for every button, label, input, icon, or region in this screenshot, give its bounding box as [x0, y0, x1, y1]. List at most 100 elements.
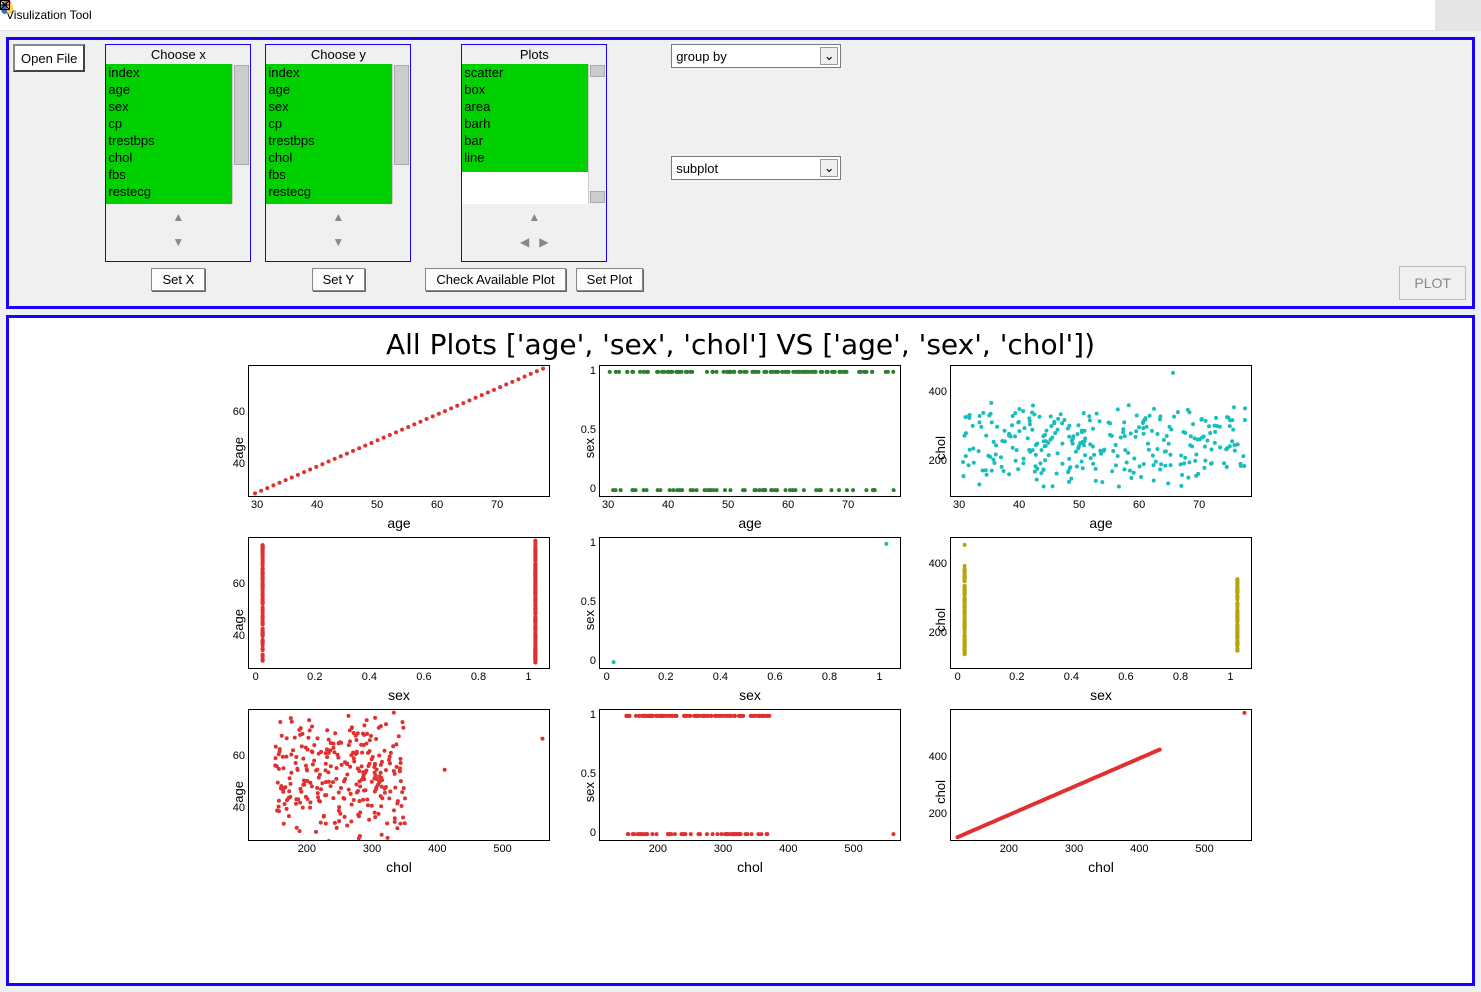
x-axis-label: sex	[1090, 687, 1112, 703]
open-file-button[interactable]: Open File	[13, 44, 85, 72]
subplot: 4060	[248, 365, 550, 497]
list-item[interactable]: sex	[268, 98, 390, 115]
plot-button[interactable]: PLOT	[1399, 266, 1466, 300]
list-item[interactable]: box	[464, 81, 586, 98]
x-tick-label: 500	[844, 843, 862, 855]
subplot: 200400	[950, 709, 1252, 841]
y-tick-label: 0.5	[581, 768, 596, 780]
list-item[interactable]: chol	[268, 149, 390, 166]
y-tick-label: 0	[590, 827, 596, 839]
x-tick-label: 500	[1195, 843, 1213, 855]
x-tick-label: 0.8	[1173, 671, 1188, 683]
x-tick-label: 0.4	[713, 671, 728, 683]
maximize-button[interactable]	[1389, 0, 1435, 30]
arrow-up-icon[interactable]: ▲	[528, 210, 540, 224]
x-tick-label: 70	[491, 499, 503, 511]
x-tick-label: 400	[779, 843, 797, 855]
close-button[interactable]	[1435, 0, 1481, 30]
list-item[interactable]: line	[464, 149, 586, 166]
x-tick-label: 0.2	[1009, 671, 1024, 683]
arrow-up-icon[interactable]: ▲	[172, 210, 184, 224]
list-item[interactable]: sex	[108, 98, 230, 115]
choose-x-listbox[interactable]: indexagesexcptrestbpscholfbsrestecg	[106, 64, 232, 204]
arrow-down-icon[interactable]: ▼	[332, 235, 344, 249]
x-tick-label: 400	[428, 843, 446, 855]
x-tick-label: 200	[298, 843, 316, 855]
x-axis-label: age	[1089, 515, 1112, 531]
y-tick-label: 0.5	[581, 596, 596, 608]
x-tick-label: 1	[876, 671, 882, 683]
list-item[interactable]: trestbps	[268, 132, 390, 149]
set-y-button[interactable]: Set Y	[312, 268, 366, 291]
x-tick-label: 60	[431, 499, 443, 511]
x-tick-label: 40	[311, 499, 323, 511]
list-item[interactable]: restecg	[268, 183, 390, 200]
choose-x-frame: Choose x indexagesexcptrestbpscholfbsres…	[105, 44, 251, 262]
list-item[interactable]: scatter	[464, 64, 586, 81]
y-tick-label: 40	[233, 802, 245, 814]
choose-x-vscroll[interactable]	[232, 64, 250, 204]
y-tick-label: 60	[233, 750, 245, 762]
y-tick-label: 1	[590, 537, 596, 549]
arrow-up-icon[interactable]: ▲	[332, 210, 344, 224]
subplot-grid: age40603040506070agesex00.513040506070ag…	[229, 365, 1252, 875]
list-item[interactable]: age	[268, 81, 390, 98]
x-tick-label: 0	[253, 671, 259, 683]
x-tick-label: 1	[525, 671, 531, 683]
list-item[interactable]: trestbps	[108, 132, 230, 149]
choose-y-label: Choose y	[266, 45, 410, 64]
minimize-button[interactable]	[1343, 0, 1389, 30]
list-item[interactable]: fbs	[268, 166, 390, 183]
list-item[interactable]: bar	[464, 132, 586, 149]
list-item[interactable]: age	[108, 81, 230, 98]
list-item[interactable]: chol	[108, 149, 230, 166]
arrow-left-icon[interactable]: ◀	[520, 235, 529, 249]
list-item[interactable]: barh	[464, 115, 586, 132]
x-axis-label: age	[738, 515, 761, 531]
list-item[interactable]: cp	[108, 115, 230, 132]
x-tick-label: 0.6	[1118, 671, 1133, 683]
list-item[interactable]: fbs	[108, 166, 230, 183]
x-tick-label: 50	[371, 499, 383, 511]
x-tick-label: 40	[1013, 499, 1025, 511]
x-tick-label: 0.4	[1064, 671, 1079, 683]
x-tick-label: 0.6	[767, 671, 782, 683]
list-item[interactable]: area	[464, 98, 586, 115]
arrow-down-icon[interactable]: ▼	[172, 235, 184, 249]
x-tick-label: 0.2	[307, 671, 322, 683]
set-plot-button[interactable]: Set Plot	[576, 268, 644, 291]
set-x-button[interactable]: Set X	[151, 268, 205, 291]
group-by-value: group by	[676, 49, 836, 64]
x-axis-label: sex	[739, 687, 761, 703]
plots-vscroll[interactable]	[588, 64, 606, 204]
x-tick-label: 300	[714, 843, 732, 855]
choose-y-listbox[interactable]: indexagesexcptrestbpscholfbsrestecg	[266, 64, 392, 204]
x-tick-label: 0.6	[416, 671, 431, 683]
list-item[interactable]: index	[268, 64, 390, 81]
list-item[interactable]: restecg	[108, 183, 230, 200]
y-tick-label: 0	[590, 655, 596, 667]
check-available-plot-button[interactable]: Check Available Plot	[425, 268, 565, 291]
subplot: 4060	[248, 537, 550, 669]
window-title: Visulization Tool	[6, 8, 1343, 22]
x-tick-label: 0.4	[362, 671, 377, 683]
subplot-select[interactable]: subplot ⌄	[671, 156, 841, 180]
y-tick-label: 200	[929, 808, 947, 820]
x-tick-label: 50	[722, 499, 734, 511]
x-tick-label: 70	[1193, 499, 1205, 511]
x-tick-label: 70	[842, 499, 854, 511]
group-by-select[interactable]: group by ⌄	[671, 44, 841, 68]
choose-y-vscroll[interactable]	[392, 64, 410, 204]
y-tick-label: 0.5	[581, 424, 596, 436]
plots-listbox[interactable]: scatterboxareabarhbarline	[462, 64, 588, 172]
list-item[interactable]: cp	[268, 115, 390, 132]
x-tick-label: 1	[1227, 671, 1233, 683]
x-tick-label: 60	[782, 499, 794, 511]
arrow-right-icon[interactable]: ▶	[539, 235, 548, 249]
plot-panel: All Plots ['age', 'sex', 'chol'] VS ['ag…	[6, 315, 1475, 986]
y-tick-label: 200	[929, 455, 947, 467]
list-item[interactable]: index	[108, 64, 230, 81]
chevron-down-icon: ⌄	[820, 47, 838, 65]
subplot: 00.51	[599, 709, 901, 841]
figure-title: All Plots ['age', 'sex', 'chol'] VS ['ag…	[386, 328, 1095, 361]
